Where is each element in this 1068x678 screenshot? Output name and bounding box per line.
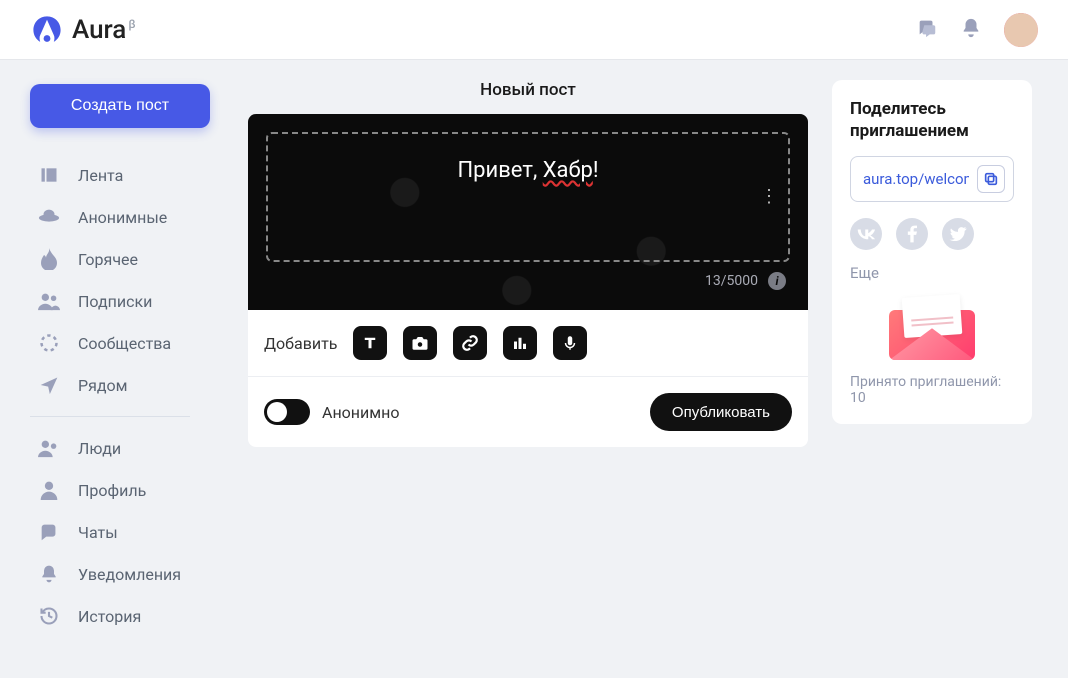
invite-link-box: aura.top/welcome/a bbox=[850, 156, 1014, 202]
invite-title: Поделитесь приглашением bbox=[850, 98, 1014, 142]
sidebar-item-subscriptions[interactable]: Подписки bbox=[30, 280, 224, 322]
sidebar-item-hot[interactable]: Горячее bbox=[30, 238, 224, 280]
toggle-knob bbox=[267, 402, 287, 422]
sidebar-item-label: Подписки bbox=[78, 292, 152, 311]
logo-text: Auraβ bbox=[72, 15, 135, 45]
avatar[interactable] bbox=[1004, 13, 1038, 47]
sidebar-item-communities[interactable]: Сообщества bbox=[30, 322, 224, 364]
sidebar-item-label: Рядом bbox=[78, 376, 128, 395]
publish-button[interactable]: Опубликовать bbox=[650, 393, 792, 431]
sidebar-item-label: Анонимные bbox=[78, 208, 167, 227]
publish-row: Анонимно Опубликовать bbox=[248, 377, 808, 447]
sidebar-item-profile[interactable]: Профиль bbox=[30, 469, 224, 511]
chats-icon[interactable] bbox=[916, 17, 938, 43]
editor-textbox[interactable]: Привет, Хабр! ⋮ bbox=[266, 132, 790, 262]
feed-icon bbox=[38, 164, 60, 186]
people-icon bbox=[38, 290, 60, 312]
editor-text-prefix: Привет, bbox=[457, 158, 542, 183]
attach-audio-button[interactable] bbox=[553, 326, 587, 360]
add-label: Добавить bbox=[264, 334, 337, 353]
sidebar-item-label: Профиль bbox=[78, 481, 146, 500]
beta-badge: β bbox=[128, 17, 135, 31]
share-socials bbox=[850, 218, 1014, 250]
editor-area: Привет, Хабр! ⋮ 13/5000 i bbox=[248, 114, 808, 310]
accepted-prefix: Принято приглашений: bbox=[850, 374, 1001, 390]
invite-more-label: Еще bbox=[850, 264, 1014, 282]
accepted-count: 10 bbox=[850, 390, 866, 406]
facebook-icon[interactable] bbox=[896, 218, 928, 250]
editor-footer: 13/5000 i bbox=[266, 262, 790, 292]
editor-more-icon[interactable]: ⋮ bbox=[760, 195, 778, 199]
invite-link[interactable]: aura.top/welcome/a bbox=[863, 170, 969, 188]
info-icon[interactable]: i bbox=[768, 272, 786, 290]
sidebar-item-chats[interactable]: Чаты bbox=[30, 511, 224, 553]
editor-text-suffix: ! bbox=[593, 158, 599, 183]
sidebar-item-feed[interactable]: Лента bbox=[30, 154, 224, 196]
attach-poll-button[interactable] bbox=[503, 326, 537, 360]
bell-icon bbox=[38, 563, 60, 585]
sidebar-item-history[interactable]: История bbox=[30, 595, 224, 637]
logo[interactable]: Auraβ bbox=[30, 13, 135, 47]
logo-mark bbox=[30, 13, 64, 47]
invites-accepted: Принято приглашений: 10 bbox=[850, 374, 1014, 406]
sidebar-item-notifications[interactable]: Уведомления bbox=[30, 553, 224, 595]
sidebar-separator bbox=[30, 416, 190, 417]
sidebar-item-label: Лента bbox=[78, 166, 123, 185]
sidebar-item-label: Горячее bbox=[78, 250, 138, 269]
anonymous-label: Анонимно bbox=[322, 403, 399, 422]
header-actions bbox=[916, 13, 1038, 47]
sidebar-item-label: Сообщества bbox=[78, 334, 171, 353]
editor-text-misspell: Хабр bbox=[543, 158, 593, 183]
location-arrow-icon bbox=[38, 374, 60, 396]
attach-link-button[interactable] bbox=[453, 326, 487, 360]
char-counter: 13/5000 bbox=[705, 273, 758, 289]
main-content: Новый пост Привет, Хабр! ⋮ 13/5000 i Доб… bbox=[248, 60, 808, 661]
sidebar-item-label: Чаты bbox=[78, 523, 118, 542]
users-icon bbox=[38, 437, 60, 459]
ufo-icon bbox=[38, 206, 60, 228]
vk-icon[interactable] bbox=[850, 218, 882, 250]
create-post-button[interactable]: Создать пост bbox=[30, 84, 210, 128]
sidebar-item-anonymous[interactable]: Анонимные bbox=[30, 196, 224, 238]
right-column: Поделитесь приглашением aura.top/welcome… bbox=[808, 60, 1052, 661]
person-icon bbox=[38, 479, 60, 501]
sidebar-item-label: История bbox=[78, 607, 141, 626]
flame-icon bbox=[38, 248, 60, 270]
sidebar-item-people[interactable]: Люди bbox=[30, 427, 224, 469]
attachment-row: Добавить bbox=[248, 310, 808, 377]
sidebar-item-nearby[interactable]: Рядом bbox=[30, 364, 224, 406]
invite-card: Поделитесь приглашением aura.top/welcome… bbox=[832, 80, 1032, 424]
copy-icon[interactable] bbox=[977, 165, 1005, 193]
attach-text-button[interactable] bbox=[353, 326, 387, 360]
sidebar: Создать пост Лента Анонимные Горячее Под… bbox=[0, 60, 248, 661]
sidebar-item-label: Люди bbox=[78, 439, 121, 458]
chat-icon bbox=[38, 521, 60, 543]
history-icon bbox=[38, 605, 60, 627]
app-name: Aura bbox=[72, 15, 126, 45]
anonymous-toggle[interactable] bbox=[264, 399, 310, 425]
sidebar-item-label: Уведомления bbox=[78, 565, 181, 584]
notifications-icon[interactable] bbox=[960, 17, 982, 43]
attach-photo-button[interactable] bbox=[403, 326, 437, 360]
top-header: Auraβ bbox=[0, 0, 1068, 60]
invite-illustration bbox=[850, 296, 1014, 360]
twitter-icon[interactable] bbox=[942, 218, 974, 250]
circle-dots-icon bbox=[38, 332, 60, 354]
page-title: Новый пост bbox=[248, 80, 808, 100]
post-composer: Привет, Хабр! ⋮ 13/5000 i Добавить bbox=[248, 114, 808, 447]
